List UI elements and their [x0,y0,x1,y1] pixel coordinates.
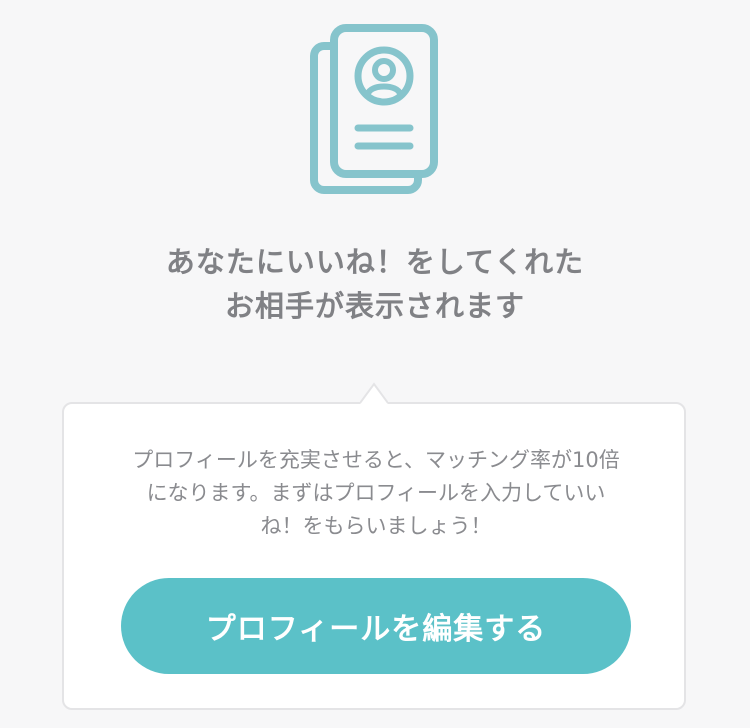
card-pointer [360,382,388,404]
headline-line-2: お相手が表示されます [224,289,525,323]
tip-line-1: プロフィールを充実させると、マッチング率が10倍 [132,448,620,472]
tip-line-3: ね！をもらいましょう！ [260,514,492,538]
tip-line-2: になります。まずはプロフィールを入力していい [146,481,606,505]
edit-profile-button[interactable]: プロフィールを編集する [121,578,631,674]
profile-tip-card: プロフィールを充実させると、マッチング率が10倍 になります。まずはプロフィール… [62,402,686,710]
tip-message: プロフィールを充実させると、マッチング率が10倍 になります。まずはプロフィール… [94,444,658,543]
empty-state-headline: あなたにいいね！をしてくれた お相手が表示されます [0,240,750,328]
profile-card-icon [310,24,438,194]
headline-line-1: あなたにいいね！をしてくれた [165,245,585,279]
